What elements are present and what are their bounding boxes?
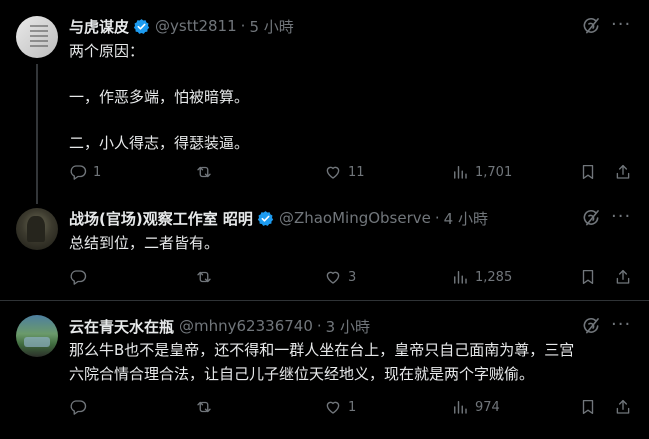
- share-icon: [616, 164, 630, 179]
- retweet-icon: [197, 401, 211, 413]
- separator-dot: ·: [240, 17, 246, 35]
- share-button[interactable]: [614, 397, 632, 417]
- bookmark-button[interactable]: [579, 267, 597, 287]
- bookmark-button[interactable]: [579, 397, 597, 417]
- share-icon: [616, 399, 630, 414]
- retweet-icon: [197, 271, 211, 283]
- timestamp[interactable]: 4 小時: [444, 208, 488, 229]
- like-button[interactable]: 1: [324, 397, 356, 417]
- tweet-line: 总结到位，二者皆有。: [69, 234, 220, 252]
- like-icon: [326, 271, 340, 284]
- tweet-text: 总结到位，二者皆有。: [69, 231, 629, 255]
- share-icon: [616, 269, 630, 284]
- bookmark-icon: [582, 269, 594, 285]
- more-icon[interactable]: ···: [611, 15, 631, 35]
- tweet-1[interactable]: 与虎谋皮 @ystt2811 · 5 小時 ··· 两个原因： 一，作恶多端，怕…: [0, 0, 649, 204]
- tweet-2[interactable]: 战场(官场)观察工作室 昭明 @ZhaoMingObserve · 4 小時 ·…: [0, 200, 649, 300]
- bookmark-button[interactable]: [579, 162, 597, 182]
- tweet-line: 两个原因：: [69, 42, 145, 60]
- separator-dot: ·: [316, 317, 322, 335]
- tweet-text: 那么牛B也不是皇帝，还不得和一群人坐在台上，皇帝只自己面南为尊，三宫 六院合情合…: [69, 338, 629, 386]
- views-button[interactable]: 1,285: [451, 267, 512, 287]
- avatar[interactable]: [16, 16, 58, 58]
- tweet-header: 战场(官场)观察工作室 昭明 @ZhaoMingObserve · 4 小時: [69, 208, 488, 228]
- author-handle[interactable]: @mhny62336740: [179, 317, 313, 335]
- like-button[interactable]: 11: [324, 162, 365, 182]
- retweet-button[interactable]: [195, 267, 219, 287]
- views-count: 974: [475, 399, 500, 415]
- author-name[interactable]: 云在青天水在瓶: [69, 316, 174, 337]
- thread-line: [36, 64, 38, 204]
- grok-icon[interactable]: [581, 16, 601, 36]
- tweet-header: 云在青天水在瓶 @mhny62336740 · 3 小時: [69, 316, 370, 336]
- more-icon[interactable]: ···: [611, 315, 631, 335]
- bookmark-icon: [582, 164, 594, 180]
- author-name[interactable]: 与虎谋皮: [69, 16, 129, 37]
- views-icon: [454, 401, 467, 414]
- author-name[interactable]: 战场(官场)观察工作室 昭明: [69, 208, 253, 229]
- retweet-button[interactable]: [195, 397, 219, 417]
- more-icon[interactable]: ···: [611, 207, 631, 227]
- reply-button[interactable]: [69, 397, 93, 417]
- like-button[interactable]: 3: [324, 267, 356, 287]
- views-button[interactable]: 1,701: [451, 162, 512, 182]
- like-icon: [326, 166, 340, 179]
- tweet-line: 一，作恶多端，怕被暗算。: [69, 88, 250, 106]
- avatar[interactable]: [16, 315, 58, 357]
- action-bar: 1 11 1,701: [69, 162, 639, 182]
- action-bar: 1 974: [69, 397, 639, 417]
- reply-icon: [70, 165, 87, 180]
- views-count: 1,701: [475, 164, 513, 180]
- like-icon: [326, 401, 340, 414]
- tweet-line: 六院合情合理合法，让自己儿子继位天经地义，现在就是两个字贼偷。: [69, 365, 535, 383]
- retweet-icon: [197, 166, 211, 178]
- views-icon: [454, 166, 467, 179]
- bookmark-icon: [582, 399, 594, 415]
- reply-icon: [70, 400, 87, 415]
- tweet-header: 与虎谋皮 @ystt2811 · 5 小時: [69, 16, 294, 36]
- grok-icon[interactable]: [581, 316, 601, 336]
- tweet-text: 两个原因： 一，作恶多端，怕被暗算。 二，小人得志，得瑟装逼。: [69, 39, 629, 155]
- tweet-3[interactable]: 云在青天水在瓶 @mhny62336740 · 3 小時 ··· 那么牛B也不是…: [0, 301, 649, 439]
- like-count: 11: [348, 164, 365, 180]
- timestamp[interactable]: 3 小時: [326, 316, 370, 337]
- avatar[interactable]: [16, 208, 58, 250]
- like-count: 1: [348, 399, 357, 415]
- verified-badge-icon: [257, 210, 274, 226]
- timestamp[interactable]: 5 小時: [249, 16, 293, 37]
- reply-button[interactable]: 1: [69, 162, 101, 182]
- views-icon: [454, 271, 467, 284]
- like-count: 3: [348, 269, 357, 285]
- grok-icon[interactable]: [581, 208, 601, 228]
- tweet-line: 那么牛B也不是皇帝，还不得和一群人坐在台上，皇帝只自己面南为尊，三宫: [69, 341, 575, 359]
- tweet-line: 二，小人得志，得瑟装逼。: [69, 134, 250, 152]
- share-button[interactable]: [614, 267, 632, 287]
- retweet-button[interactable]: [195, 162, 219, 182]
- reply-count: 1: [93, 164, 102, 180]
- views-button[interactable]: 974: [451, 397, 500, 417]
- share-button[interactable]: [614, 162, 632, 182]
- action-bar: 3 1,285: [69, 267, 639, 287]
- separator-dot: ·: [434, 209, 440, 227]
- reply-icon: [70, 270, 87, 285]
- verified-badge-icon: [133, 18, 150, 34]
- author-handle[interactable]: @ZhaoMingObserve: [279, 209, 431, 227]
- views-count: 1,285: [475, 269, 513, 285]
- author-handle[interactable]: @ystt2811: [155, 17, 237, 35]
- reply-button[interactable]: [69, 267, 93, 287]
